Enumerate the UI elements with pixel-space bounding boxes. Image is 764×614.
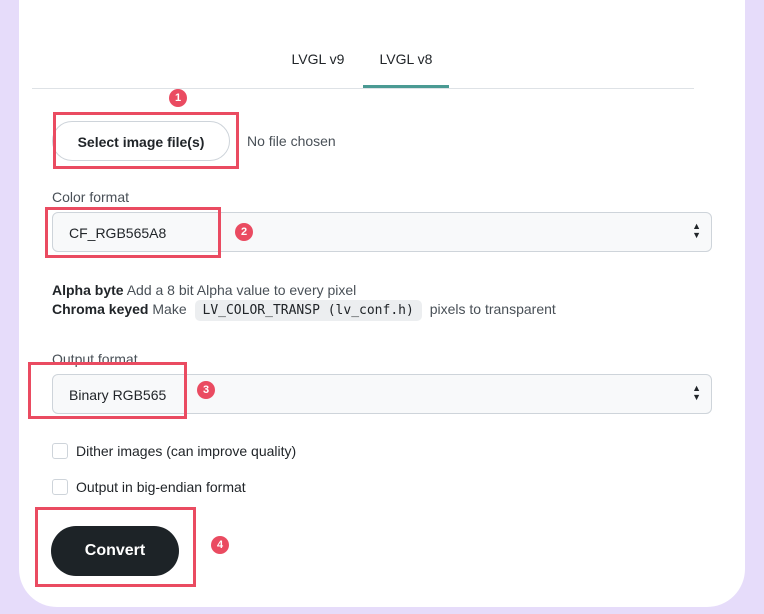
version-tabs: LVGL v9 LVGL v8 (32, 38, 694, 89)
chroma-keyed-info: Chroma keyed Make LV_COLOR_TRANSP (lv_co… (52, 300, 556, 321)
annotation-badge-1: 1 (169, 89, 187, 107)
big-endian-checkbox[interactable] (52, 479, 68, 495)
tab-lvgl-v8[interactable]: LVGL v8 (363, 38, 449, 88)
dither-checkbox-row[interactable]: Dither images (can improve quality) (52, 443, 296, 459)
highlight-box-3 (28, 362, 187, 419)
big-endian-label: Output in big-endian format (76, 479, 246, 495)
big-endian-checkbox-row[interactable]: Output in big-endian format (52, 479, 246, 495)
annotation-badge-2: 2 (235, 223, 253, 241)
highlight-box-4 (35, 507, 196, 587)
chroma-keyed-pre: Make (152, 301, 187, 317)
dither-checkbox[interactable] (52, 443, 68, 459)
chroma-keyed-title: Chroma keyed (52, 301, 149, 317)
highlight-box-1 (53, 112, 239, 169)
file-status: No file chosen (247, 133, 336, 149)
alpha-byte-info: Alpha byte Add a 8 bit Alpha value to ev… (52, 282, 356, 298)
annotation-badge-4: 4 (211, 536, 229, 554)
select-arrows-icon: ▲ ▼ (692, 383, 701, 402)
alpha-byte-text: Add a 8 bit Alpha value to every pixel (126, 282, 357, 298)
tab-lvgl-v9[interactable]: LVGL v9 (290, 38, 346, 88)
select-arrows-icon: ▲ ▼ (692, 221, 701, 240)
annotation-badge-3: 3 (197, 381, 215, 399)
chroma-code: LV_COLOR_TRANSP (lv_conf.h) (194, 300, 422, 321)
dither-label: Dither images (can improve quality) (76, 443, 297, 459)
color-format-label: Color format (52, 189, 130, 205)
chroma-keyed-post: pixels to transparent (429, 301, 556, 317)
alpha-byte-title: Alpha byte (52, 282, 124, 298)
highlight-box-2 (45, 207, 221, 258)
